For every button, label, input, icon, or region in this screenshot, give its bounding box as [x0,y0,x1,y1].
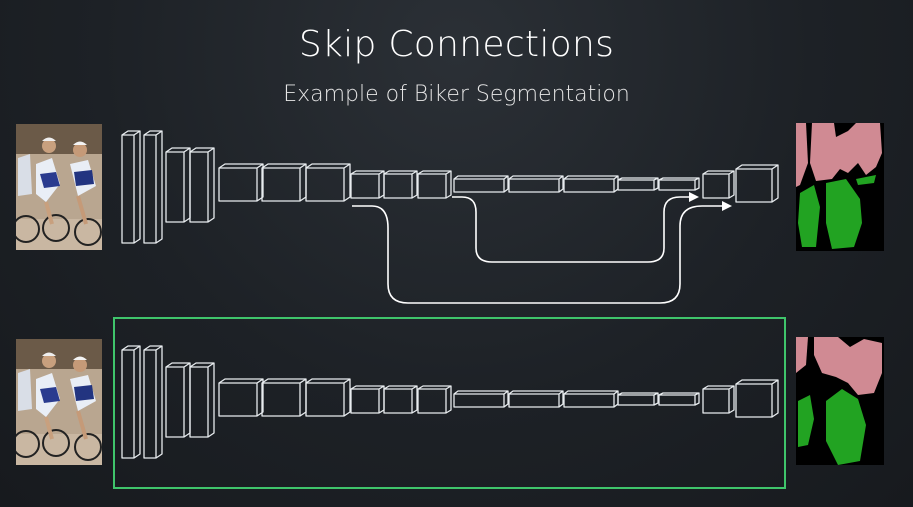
top-layer-14 [617,177,659,191]
bottom-layer-2 [143,345,163,459]
top-layer-9 [383,170,418,199]
top-layer-10 [417,170,452,199]
bottom-layer-1 [121,345,141,459]
top-layer-12 [508,175,564,193]
top-layer-17 [735,164,779,203]
top-layer-8 [350,170,385,199]
network-diagram [113,130,786,489]
skip-connection-arrow-inner [452,192,699,263]
bottom-layer-11 [453,390,509,408]
top-layer-16 [702,170,735,199]
top-layer-13 [563,175,619,193]
top-layer-2 [143,130,163,244]
bottom-layer-12 [508,390,564,408]
top-layer-15 [658,177,700,191]
top-layer-4 [189,147,215,223]
bottom-layer-13 [563,390,619,408]
top-layer-1 [121,130,141,244]
top-layer-6 [261,163,307,202]
skip-connection-arrow-outer [352,201,732,304]
bottom-layer-16 [702,385,735,414]
network-layers-bottom [121,345,779,459]
bottom-layer-7 [305,378,351,417]
top-layer-11 [453,175,509,193]
bottom-layer-14 [617,392,659,406]
bottom-layer-6 [261,378,307,417]
top-layer-3 [165,147,191,223]
bottom-layer-9 [383,385,418,414]
bottom-layer-8 [350,385,385,414]
bottom-layer-15 [658,392,700,406]
top-layer-5 [218,163,264,202]
bottom-layer-5 [218,378,264,417]
top-layer-7 [305,163,351,202]
bottom-layer-4 [189,362,215,438]
bottom-layer-3 [165,362,191,438]
bottom-layer-10 [417,385,452,414]
bottom-layer-17 [735,379,779,418]
